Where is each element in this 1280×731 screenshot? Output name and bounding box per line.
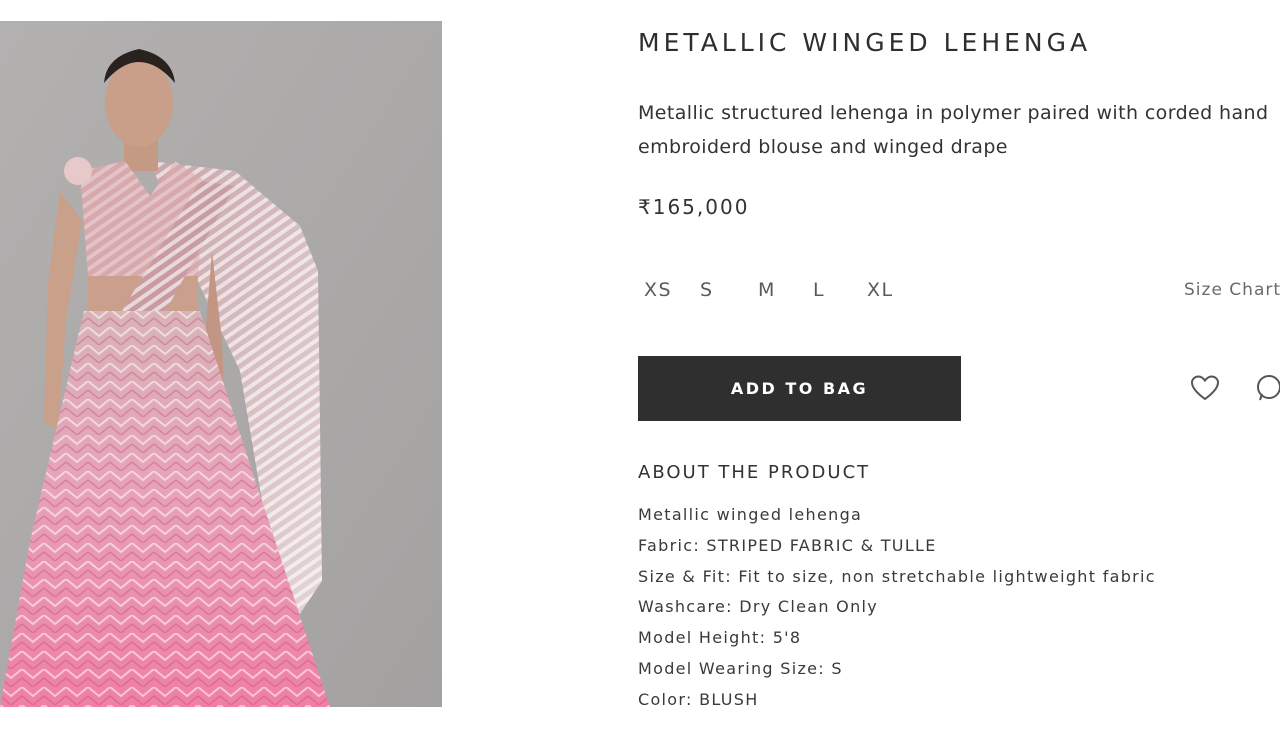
add-to-bag-button[interactable]: ADD TO BAG [638,356,961,421]
product-details: METALLIC WINGED LEHENGA Metallic structu… [638,0,1280,731]
list-item: Metallic winged lehenga [638,505,863,524]
model-photo [0,21,442,707]
product-price: ₹165,000 [638,195,750,219]
list-item: Fabric: STRIPED FABRIC & TULLE [638,535,937,555]
size-option-xl[interactable]: XL [867,274,894,306]
about-product-list: Metallic winged lehenga Fabric: STRIPED … [638,500,1156,716]
size-option-m[interactable]: M [758,274,776,306]
list-item: Model Wearing Size: S [638,658,843,678]
product-title: METALLIC WINGED LEHENGA [638,28,1092,57]
product-image[interactable] [0,21,442,707]
size-option-xs[interactable]: XS [644,274,672,306]
whatsapp-icon[interactable] [1254,373,1280,403]
list-item: Color: BLUSH [638,689,759,709]
size-chart-link[interactable]: Size Chart [1184,274,1280,306]
size-option-s[interactable]: S [700,274,714,306]
heart-icon[interactable] [1190,374,1220,402]
about-product-heading: ABOUT THE PRODUCT [638,462,871,483]
size-option-l[interactable]: L [813,274,825,306]
size-selector: XS S M L XL Size Chart [638,274,1280,306]
list-item: Size & Fit: Fit to size, non stretchable… [638,566,1156,586]
product-description: Metallic structured lehenga in polymer p… [638,102,1269,158]
list-item: Model Height: 5'8 [638,628,802,648]
list-item: Washcare: Dry Clean Only [638,597,879,617]
